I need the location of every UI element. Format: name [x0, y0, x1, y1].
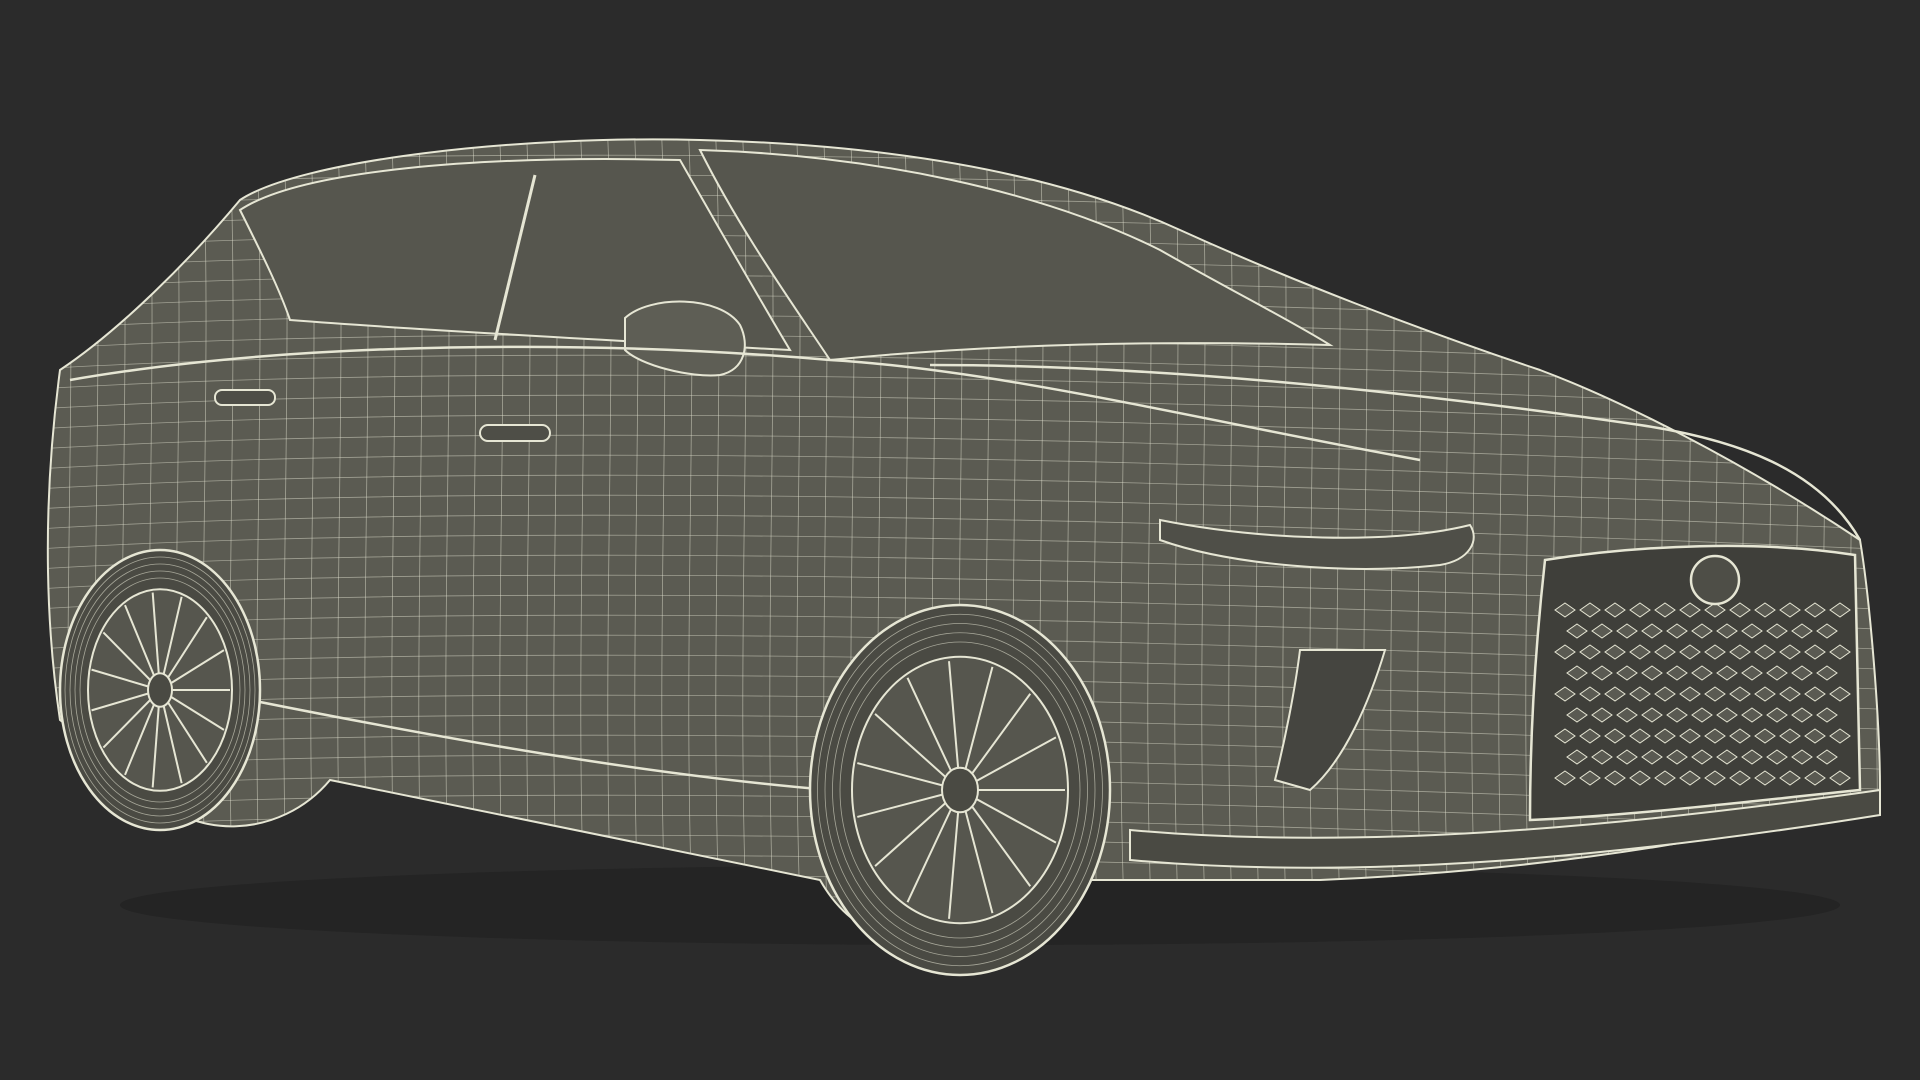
door-handle-front [479, 424, 551, 442]
rear-wheel [58, 548, 262, 832]
front-wheel [808, 603, 1112, 977]
brand-emblem [1689, 554, 1741, 606]
wireframe-scene [46, 138, 1882, 977]
hub [147, 672, 173, 708]
hub [941, 766, 979, 814]
spindle-grille [1528, 544, 1862, 822]
door-handle-rear [214, 389, 276, 406]
render-viewport [0, 0, 1920, 1080]
